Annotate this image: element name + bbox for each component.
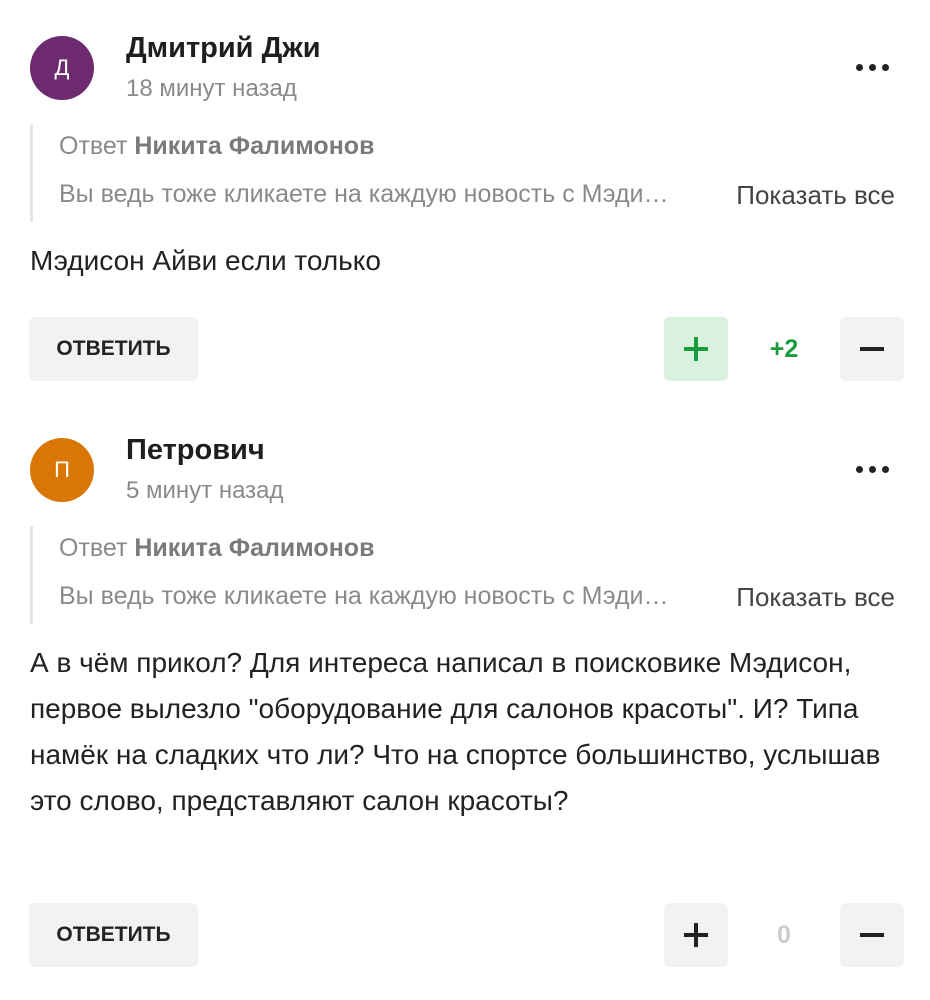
upvote-button[interactable]: [664, 903, 728, 967]
reply-quote: Ответ Никита Фалимонов Вы ведь тоже клик…: [30, 526, 905, 624]
minus-icon: [860, 347, 884, 351]
avatar[interactable]: Д: [30, 36, 94, 100]
reply-button[interactable]: ОТВЕТИТЬ: [29, 317, 198, 381]
reply-to-prefix: Ответ: [59, 534, 128, 562]
avatar[interactable]: П: [30, 438, 94, 502]
comment-time: 5 минут назад: [126, 477, 284, 504]
avatar-letter: П: [54, 457, 70, 482]
comment-text: Мэдисон Айви если только: [30, 245, 381, 276]
plus-icon: [684, 337, 708, 361]
show-all-link[interactable]: Показать все: [736, 582, 895, 613]
quote-text: Вы ведь тоже кликаете на каждую новость …: [59, 180, 681, 208]
quote-header: Ответ Никита Фалимонов: [59, 534, 374, 563]
quote-header: Ответ Никита Фалимонов: [59, 132, 374, 161]
reply-button[interactable]: ОТВЕТИТЬ: [29, 903, 198, 967]
reply-quote: Ответ Никита Фалимонов Вы ведь тоже клик…: [30, 124, 905, 222]
downvote-button[interactable]: [840, 317, 904, 381]
reply-to-prefix: Ответ: [59, 132, 128, 160]
comment-author[interactable]: Дмитрий Джи: [126, 32, 321, 65]
comment-time: 18 минут назад: [126, 75, 297, 102]
plus-icon: [684, 923, 708, 947]
reply-to-name[interactable]: Никита Фалимонов: [134, 132, 374, 160]
show-all-link[interactable]: Показать все: [736, 180, 895, 211]
more-dots-icon[interactable]: [848, 454, 896, 484]
upvote-button[interactable]: [664, 317, 728, 381]
reply-to-name[interactable]: Никита Фалимонов: [134, 534, 374, 562]
comment-author[interactable]: Петрович: [126, 434, 265, 467]
avatar-letter: Д: [54, 55, 70, 80]
comment-text: А в чём прикол? Для интереса написал в п…: [30, 647, 881, 816]
vote-score: 0: [777, 920, 791, 949]
downvote-button[interactable]: [840, 903, 904, 967]
vote-score: +2: [769, 334, 799, 363]
more-dots-icon[interactable]: [848, 52, 896, 82]
minus-icon: [860, 933, 884, 937]
quote-text: Вы ведь тоже кликаете на каждую новость …: [59, 582, 681, 610]
